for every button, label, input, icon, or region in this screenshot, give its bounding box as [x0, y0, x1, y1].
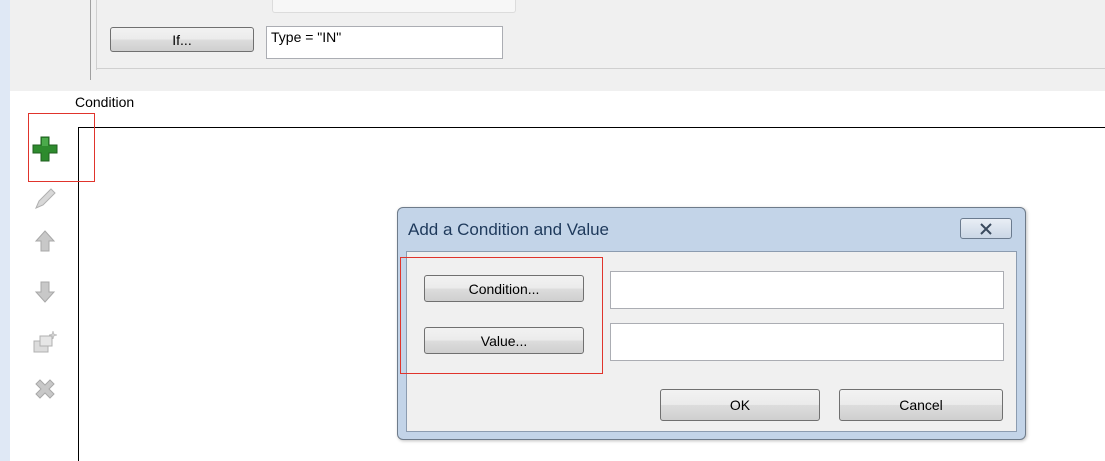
dialog-close-button[interactable] — [960, 218, 1012, 239]
divider — [96, 0, 97, 70]
if-button-label: If... — [172, 31, 192, 48]
add-highlight-box — [28, 113, 95, 182]
cancel-button-label: Cancel — [899, 397, 943, 413]
condition-section-label: Condition — [75, 94, 135, 110]
close-icon — [980, 222, 992, 235]
if-button[interactable]: If... — [110, 27, 254, 52]
buttons-highlight-box — [400, 257, 603, 374]
ok-button-label: OK — [729, 397, 751, 413]
dialog-title: Add a Condition and Value — [408, 220, 610, 239]
move-down-icon — [31, 278, 59, 306]
edit-icon — [31, 185, 59, 213]
copy-icon — [31, 328, 59, 356]
if-expression-field[interactable]: Type = "IN" — [266, 26, 503, 59]
left-stripe — [0, 0, 10, 461]
divider — [96, 68, 1105, 69]
field-edge — [272, 0, 516, 13]
condition-field[interactable] — [610, 271, 1004, 309]
cancel-button[interactable]: Cancel — [839, 389, 1003, 421]
value-field[interactable] — [610, 323, 1004, 361]
move-up-icon — [31, 227, 59, 255]
ok-button[interactable]: OK — [660, 389, 820, 421]
delete-icon — [31, 375, 59, 403]
divider — [90, 0, 91, 80]
